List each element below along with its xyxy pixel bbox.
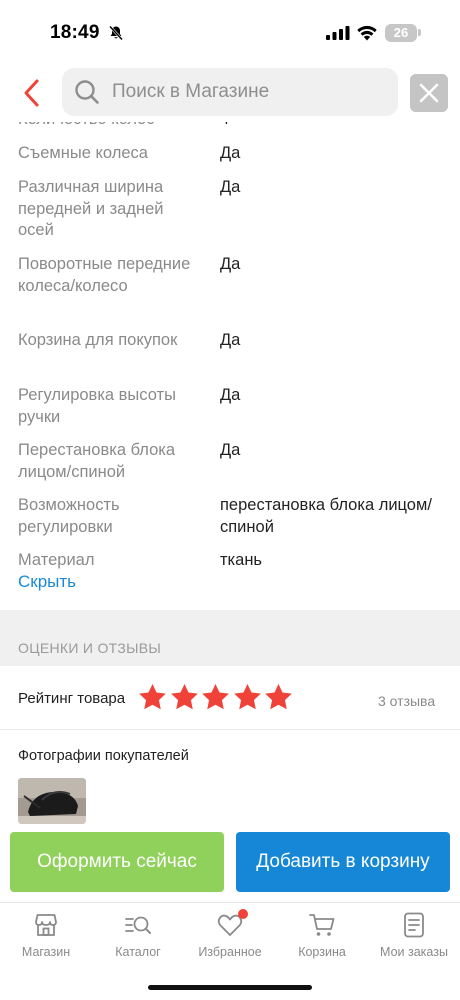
favorites-badge-dot [238,909,248,919]
tab-label: Мои заказы [380,945,448,959]
spec-value: Да [220,386,241,404]
orders-icon [404,912,424,938]
tab-store[interactable]: Магазин [0,911,92,967]
tab-catalog[interactable]: Каталог [92,911,184,967]
tab-label: Избранное [198,945,262,959]
tab-favorites[interactable]: Избранное [184,909,276,967]
battery-indicator: 26 [385,24,417,42]
status-bar: 18:49 26 [0,0,460,62]
spec-value: перестановка блока лицом/спиной [220,496,432,536]
spec-value: Да [220,144,241,162]
bell-off-icon [109,25,123,41]
rating-stars [137,682,295,714]
customer-photo-thumbnail[interactable] [18,778,86,824]
search-icon [75,80,99,104]
status-time: 18:49 [50,22,100,43]
rating-label: Рейтинг товара [18,690,126,707]
action-bar: Оформить сейчас Добавить в корзину [0,824,460,902]
spec-value: ткань [220,551,263,569]
spec-value: Да [220,178,241,196]
star-icon [170,683,198,710]
spec-label: Перестановка блока лицом/спиной [18,441,176,481]
spec-label: Поворотные передние колеса/колесо [18,255,191,295]
tab-label: Каталог [115,945,161,959]
spec-label: Корзина для покупок [18,331,178,349]
tab-my-orders[interactable]: Мои заказы [368,911,460,967]
home-indicator [148,985,312,990]
star-icon [139,683,166,710]
order-now-button[interactable]: Оформить сейчас [10,832,224,892]
tab-label: Магазин [21,945,71,959]
battery-cap [418,29,421,36]
reviews-section-header: ОЦЕНКИ И ОТЗЫВЫ [0,610,460,666]
tab-label: Корзина [298,945,346,959]
add-to-cart-button[interactable]: Добавить в корзину [236,832,450,892]
reviews-count[interactable]: 3 отзыва [378,693,435,709]
section-title: ОЦЕНКИ И ОТЗЫВЫ [18,640,162,656]
product-rating-row[interactable]: Рейтинг товара 3 отзыва [0,666,460,730]
spec-label: Различная ширина передней и задней осей [18,178,164,239]
wifi-icon [357,25,377,41]
search-input[interactable] [112,68,392,116]
star-icon [233,683,261,710]
spec-value: Да [220,331,241,349]
search-box[interactable] [62,68,398,116]
store-icon [35,914,57,936]
back-arrow-icon[interactable] [16,77,48,109]
tab-cart[interactable]: Корзина [276,911,368,967]
spec-label: Съемные колеса [18,144,148,162]
star-icon [265,683,292,710]
clear-search-button[interactable] [410,74,448,112]
cart-icon [309,914,335,936]
search-header [0,62,460,122]
hide-specs-link[interactable]: Скрыть [18,572,76,592]
catalog-search-icon [125,916,151,934]
spec-label: Регулировка высоты ручки [18,386,176,426]
star-icon [202,683,229,710]
customer-photos-label: Фотографии покупателей [18,748,189,764]
cellular-signal-icon [326,26,350,40]
spec-label: Материал [18,551,95,569]
spec-value: Да [220,441,241,459]
spec-value: Да [220,255,241,273]
spec-label: Возможность регулировки [18,496,120,536]
